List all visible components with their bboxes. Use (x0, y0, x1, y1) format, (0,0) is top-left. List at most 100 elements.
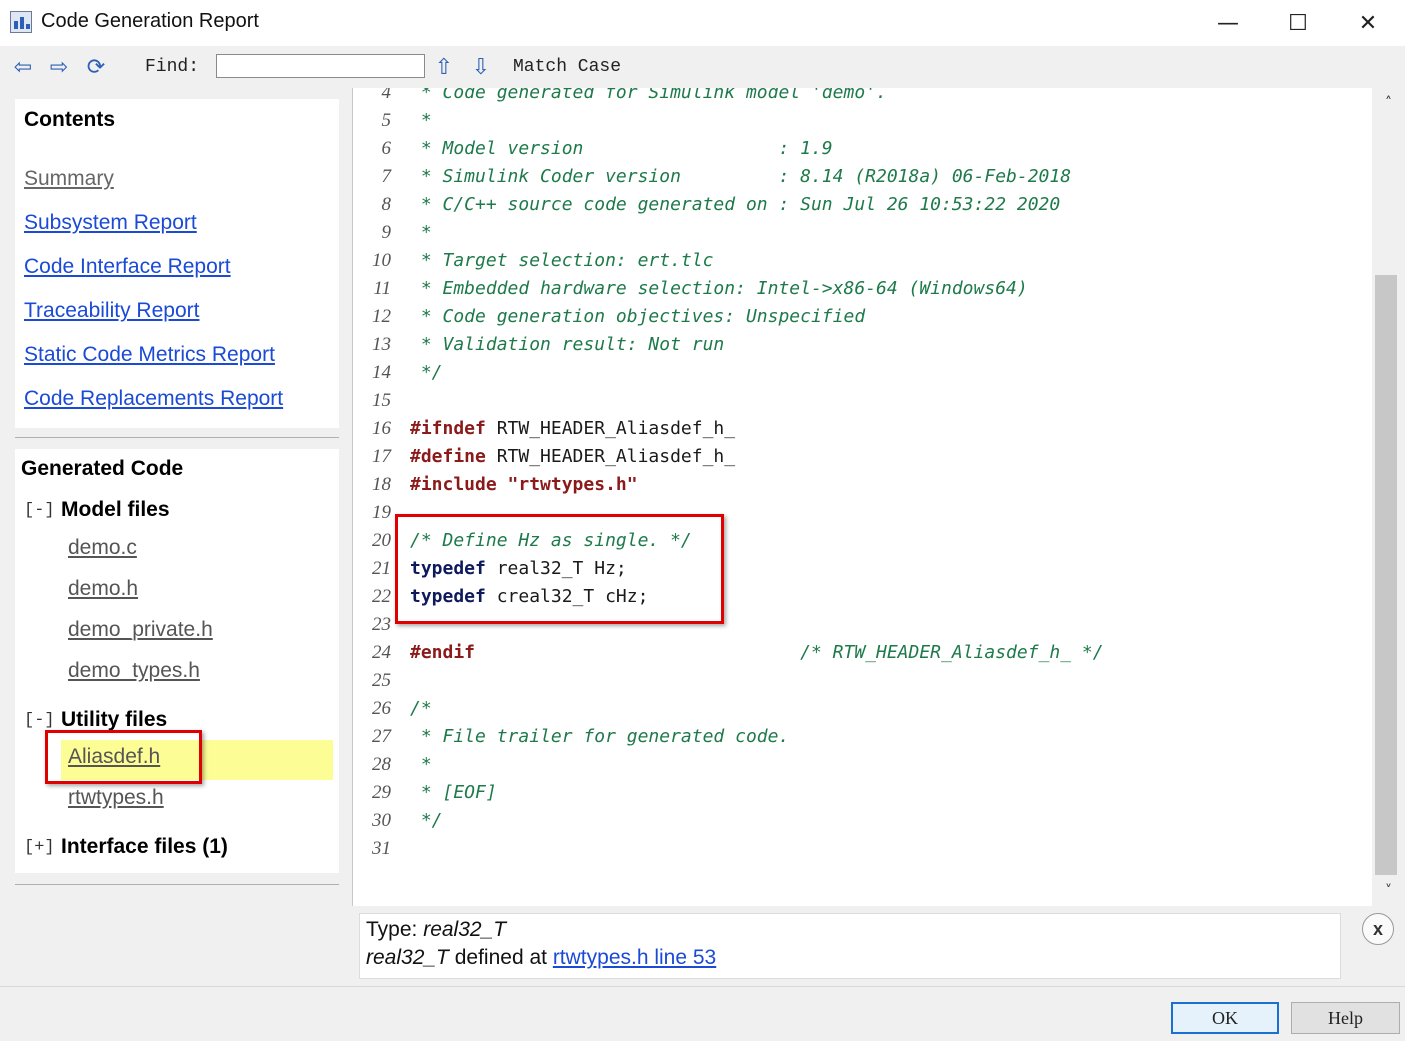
line-number: 8 (381, 194, 392, 215)
code-text: * Target selection: ert.tlc (410, 247, 714, 275)
line-number: 30 (372, 810, 391, 831)
code-token: #ifndef (410, 418, 486, 439)
line-number: 26 (372, 698, 391, 719)
code-token: * (410, 754, 432, 775)
code-text: * [EOF] (410, 779, 497, 807)
defined-at-text: defined at (448, 946, 553, 969)
definition-info-line: real32_T defined at rtwtypes.h line 53 (366, 946, 716, 970)
line-number: 21 (372, 558, 391, 579)
interface-files-label: Interface files (1) (61, 835, 228, 858)
code-token: "rtwtypes.h" (496, 474, 638, 495)
generated-code-panel: Generated Code [-] Model files demo.c de… (15, 449, 339, 873)
code-token: * Code generated for Simulink model 'dem… (410, 88, 887, 103)
contents-panel: Contents Summary Subsystem Report Code I… (15, 99, 339, 428)
code-interface-report-link[interactable]: Code Interface Report (24, 255, 231, 279)
scrollbar-thumb[interactable] (1375, 275, 1397, 875)
match-case-toggle[interactable]: Match Case (513, 57, 621, 77)
static-code-metrics-report-link[interactable]: Static Code Metrics Report (24, 343, 275, 367)
line-number: 31 (372, 838, 391, 859)
find-previous-icon[interactable]: ⇧ (431, 53, 457, 81)
ok-button[interactable]: OK (1171, 1002, 1279, 1034)
code-text: * Embedded hardware selection: Intel->x8… (410, 275, 1028, 303)
traceability-report-link[interactable]: Traceability Report (24, 299, 199, 323)
code-text: #define RTW_HEADER_Aliasdef_h_ (410, 443, 735, 471)
utility-files-toggle[interactable]: [-] (24, 711, 55, 730)
line-number: 15 (372, 390, 391, 411)
file-link-demo-h[interactable]: demo.h (68, 577, 138, 601)
find-input[interactable] (216, 54, 425, 78)
code-token: */ (410, 810, 443, 831)
code-token: * [EOF] (410, 782, 497, 803)
scroll-up-icon[interactable]: ˄ (1372, 92, 1405, 114)
file-link-demo-c[interactable]: demo.c (68, 536, 137, 560)
code-text: * File trailer for generated code. (410, 723, 789, 751)
refresh-icon[interactable]: ⟳ (83, 53, 109, 81)
code-text: * (410, 107, 432, 135)
code-token: #endif (410, 642, 476, 663)
code-token: #define (410, 446, 486, 467)
scroll-down-icon[interactable]: ˅ (1372, 880, 1405, 902)
code-text: * Validation result: Not run (410, 331, 724, 359)
line-number: 24 (372, 642, 391, 663)
line-number: 14 (372, 362, 391, 383)
type-prefix: Type: (366, 918, 424, 941)
code-text: * (410, 751, 432, 779)
code-text: * (410, 219, 432, 247)
file-link-demo-private-h[interactable]: demo_private.h (68, 618, 213, 642)
model-files-label: Model files (61, 498, 170, 521)
code-replacements-report-link[interactable]: Code Replacements Report (24, 387, 283, 411)
find-next-icon[interactable]: ⇩ (468, 53, 494, 81)
minimize-button[interactable]: — (1193, 0, 1263, 46)
maximize-button[interactable]: ☐ (1263, 0, 1333, 46)
code-text: /* (410, 695, 432, 723)
code-token: * C/C++ source code generated on : Sun J… (410, 194, 1061, 215)
code-text: * Simulink Coder version : 8.14 (R2018a)… (410, 163, 1071, 191)
line-number: 20 (372, 530, 391, 551)
contents-title: Contents (24, 108, 115, 131)
code-token: * Validation result: Not run (410, 334, 725, 355)
code-text: * C/C++ source code generated on : Sun J… (410, 191, 1060, 219)
line-number: 11 (373, 278, 391, 299)
code-token: RTW_HEADER_Aliasdef_h_ (485, 418, 736, 439)
line-number: 13 (372, 334, 391, 355)
line-number: 27 (372, 726, 391, 747)
line-number: 4 (381, 88, 392, 103)
type-info-line: Type: real32_T (366, 918, 506, 942)
help-button[interactable]: Help (1291, 1002, 1400, 1034)
code-token: /* (410, 698, 432, 719)
summary-link[interactable]: Summary (24, 167, 114, 191)
code-token: * Target selection: ert.tlc (410, 250, 714, 271)
window-title: Code Generation Report (41, 10, 259, 32)
divider (15, 437, 339, 438)
toolbar (0, 46, 1405, 88)
code-token: RTW_HEADER_Aliasdef_h_ (485, 446, 736, 467)
back-arrow-icon[interactable]: ⇦ (10, 53, 36, 81)
defined-type-name: real32_T (366, 946, 449, 969)
close-info-icon[interactable]: x (1362, 913, 1394, 945)
file-link-rtwtypes-h[interactable]: rtwtypes.h (68, 786, 164, 810)
close-button[interactable]: ✕ (1333, 0, 1403, 46)
subsystem-report-link[interactable]: Subsystem Report (24, 211, 197, 235)
model-files-toggle[interactable]: [-] (24, 501, 55, 520)
definition-link[interactable]: rtwtypes.h line 53 (553, 946, 716, 969)
code-view: 4 * Code generated for Simulink model 'd… (352, 88, 1373, 906)
code-text: #include "rtwtypes.h" (410, 471, 638, 499)
code-token: * Model version : 1.9 (410, 138, 833, 159)
line-number: 12 (372, 306, 391, 327)
line-number: 18 (372, 474, 391, 495)
code-token: * Code generation objectives: Unspecifie… (410, 306, 866, 327)
forward-arrow-icon[interactable]: ⇨ (46, 53, 72, 81)
code-text: */ (410, 359, 443, 387)
code-text: * Code generation objectives: Unspecifie… (410, 303, 865, 331)
code-text: */ (410, 807, 443, 835)
line-number: 25 (372, 670, 391, 691)
file-link-demo-types-h[interactable]: demo_types.h (68, 659, 200, 683)
code-token: * Simulink Coder version : 8.14 (R2018a)… (410, 166, 1072, 187)
interface-files-toggle[interactable]: [+] (24, 838, 55, 857)
code-text: #ifndef RTW_HEADER_Aliasdef_h_ (410, 415, 735, 443)
line-number: 6 (381, 138, 392, 159)
line-number: 17 (372, 446, 391, 467)
line-number: 16 (372, 418, 391, 439)
highlight-box (45, 730, 202, 784)
